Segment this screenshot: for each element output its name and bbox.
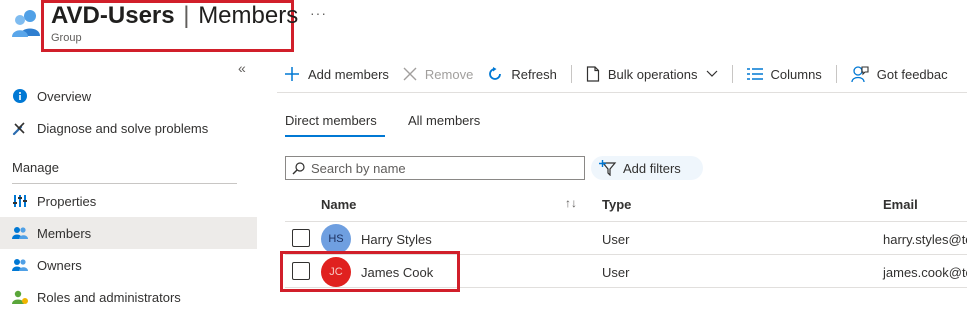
collapse-sidebar-icon[interactable]: « (238, 60, 246, 76)
sidebar-item-owners[interactable]: Owners (0, 249, 257, 281)
page-title-group-name: AVD-Users (51, 2, 175, 29)
filter-add-icon (599, 160, 617, 176)
column-header-type[interactable]: Type (602, 197, 631, 212)
row-highlight-box (280, 251, 460, 292)
properties-icon (0, 194, 37, 208)
document-icon (586, 66, 599, 82)
sidebar-item-members[interactable]: Members (0, 217, 257, 249)
tab-direct-members[interactable]: Direct members (285, 113, 377, 128)
sidebar-item-label: Members (37, 225, 92, 241)
member-type: User (602, 265, 630, 280)
plus-icon (285, 67, 299, 81)
column-header-name[interactable]: Name (321, 197, 356, 212)
chevron-down-icon (706, 70, 717, 77)
sidebar-item-properties[interactable]: Properties (0, 185, 257, 217)
refresh-label: Refresh (511, 66, 557, 82)
sidebar-item-label: Roles and administrators (37, 289, 181, 305)
remove-button[interactable]: Remove (403, 67, 473, 82)
page-title-separator: | (183, 2, 190, 29)
feedback-icon (851, 66, 869, 83)
sidebar-divider (12, 183, 237, 184)
sidebar-item-overview[interactable]: Overview (0, 80, 257, 112)
feedback-label: Got feedbac (876, 66, 948, 82)
close-icon (403, 67, 417, 81)
sidebar-item-roles[interactable]: Roles and administrators (0, 281, 257, 313)
page-header: AVD-Users | Members Group ··· (0, 0, 967, 58)
toolbar-divider (731, 65, 733, 83)
columns-icon (746, 68, 763, 80)
bulk-operations-label: Bulk operations (607, 66, 698, 82)
sidebar-item-label: Properties (37, 193, 97, 209)
search-input[interactable] (311, 160, 571, 176)
column-header-email[interactable]: Email (883, 197, 918, 212)
sidebar-section-manage: Manage (12, 160, 59, 175)
feedback-button[interactable]: Got feedbac (851, 65, 948, 83)
owners-icon (0, 258, 37, 272)
remove-label: Remove (424, 66, 474, 82)
group-icon (12, 10, 40, 37)
bulk-operations-button[interactable]: Bulk operations (586, 66, 718, 82)
member-email: harry.styles@to (883, 232, 967, 247)
page-title-section: Members (198, 2, 299, 29)
search-box[interactable] (285, 156, 585, 180)
sidebar-item-diagnose[interactable]: Diagnose and solve problems (0, 112, 257, 144)
command-bar-divider (277, 92, 967, 93)
refresh-button[interactable]: Refresh (487, 66, 557, 82)
page-subtitle: Group (51, 32, 82, 44)
search-icon (292, 161, 305, 174)
add-filters-button[interactable]: Add filters (591, 156, 703, 180)
add-filters-label: Add filters (623, 160, 681, 176)
sort-icon[interactable]: ↑↓ (565, 196, 577, 210)
row-checkbox[interactable] (292, 229, 310, 247)
member-email: james.cook@to (883, 265, 967, 280)
add-members-button[interactable]: Add members (284, 66, 389, 82)
sidebar-item-label: Overview (37, 88, 92, 104)
sidebar-item-label: Diagnose and solve problems (37, 120, 209, 136)
member-type: User (602, 232, 630, 247)
columns-button[interactable]: Columns (746, 66, 822, 82)
wrench-icon (0, 121, 37, 136)
sidebar-item-label: Owners (37, 257, 82, 273)
toolbar-divider (835, 65, 837, 83)
toolbar-divider (570, 65, 572, 83)
more-options-icon[interactable]: ··· (310, 5, 327, 21)
avatar: HS (321, 224, 351, 254)
command-bar: Add members Remove Refresh Bulk operatio… (284, 60, 962, 88)
info-icon (0, 89, 37, 103)
member-name[interactable]: Harry Styles (361, 232, 432, 247)
page-title: AVD-Users | Members (51, 2, 298, 30)
members-icon (0, 226, 37, 240)
columns-label: Columns (770, 66, 822, 82)
header-divider (285, 221, 967, 222)
tab-all-members[interactable]: All members (408, 113, 480, 128)
tab-selected-indicator (285, 135, 385, 137)
refresh-icon (489, 67, 502, 80)
roles-icon (0, 290, 37, 305)
add-members-label: Add members (308, 66, 389, 82)
